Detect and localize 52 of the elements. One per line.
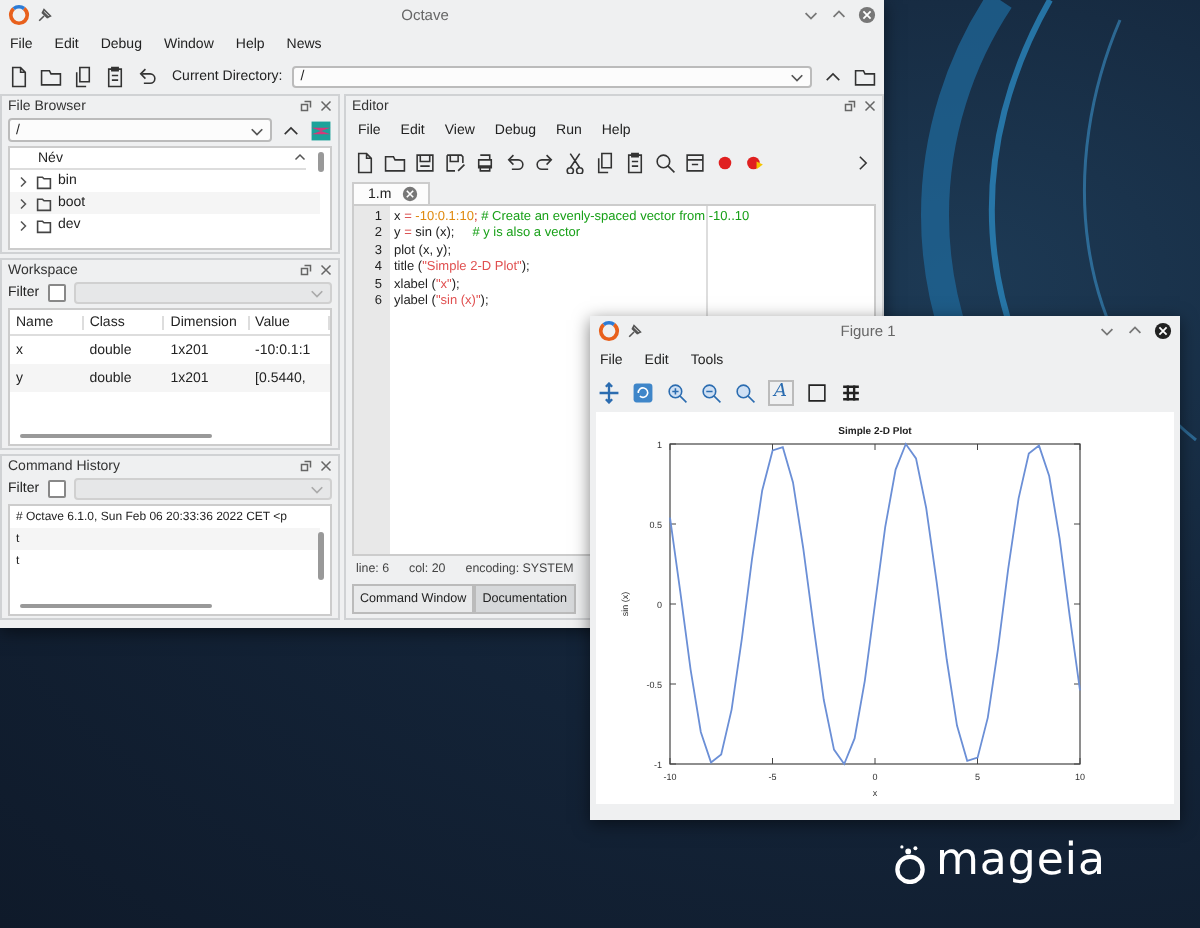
pin-icon[interactable]: [626, 323, 642, 339]
undo-icon[interactable]: [136, 65, 158, 87]
folder-icon[interactable]: [854, 65, 876, 87]
octave-logo-icon: [8, 4, 30, 26]
pin-icon[interactable]: [36, 7, 52, 23]
filter-field[interactable]: [73, 282, 332, 304]
rotate-icon[interactable]: [632, 382, 654, 404]
caret-icon: [250, 123, 264, 137]
caret-icon: [790, 69, 804, 83]
scrollbar[interactable]: [20, 604, 212, 608]
filter-field[interactable]: [73, 478, 332, 500]
scrollbar[interactable]: [318, 152, 324, 172]
search-icon[interactable]: [654, 151, 676, 173]
undo-icon[interactable]: [504, 151, 526, 173]
mageia-logo-icon: [892, 844, 928, 884]
grid-icon[interactable]: [839, 382, 861, 404]
save-icon[interactable]: [414, 151, 436, 173]
paste-icon[interactable]: [624, 151, 646, 173]
undock-icon[interactable]: [300, 100, 312, 112]
filter-checkbox[interactable]: [47, 480, 66, 498]
cut-icon[interactable]: [564, 151, 586, 173]
octave-logo-icon: [598, 320, 620, 342]
close-icon[interactable]: [1154, 322, 1172, 340]
new-file-icon[interactable]: [8, 65, 30, 87]
app-menu-icon[interactable]: [310, 119, 332, 141]
zoom-in-icon[interactable]: [666, 382, 688, 404]
print-icon[interactable]: [474, 151, 496, 173]
logo-text: mageia: [936, 840, 1107, 884]
undock-icon[interactable]: [300, 264, 312, 276]
copy-icon[interactable]: [594, 151, 616, 173]
breakpoint-icon[interactable]: [744, 151, 766, 173]
scrollbar[interactable]: [318, 532, 324, 580]
redo-icon[interactable]: [534, 151, 556, 173]
filter-checkbox[interactable]: [47, 284, 66, 302]
save-as-icon[interactable]: [444, 151, 466, 173]
window-icon[interactable]: [684, 151, 706, 173]
pan-icon[interactable]: [598, 382, 620, 404]
caret-icon: [310, 482, 324, 496]
undock-icon[interactable]: [300, 460, 312, 472]
folder-icon[interactable]: [40, 65, 62, 87]
folder-icon[interactable]: [384, 151, 406, 173]
undock-icon[interactable]: [844, 100, 856, 112]
zoom-icon[interactable]: [734, 382, 756, 404]
scrollbar[interactable]: [20, 434, 212, 438]
axes-box-icon[interactable]: [805, 382, 827, 404]
text-tool-button[interactable]: A: [768, 380, 793, 406]
zoom-out-icon[interactable]: [700, 382, 722, 404]
paste-icon[interactable]: [104, 65, 126, 87]
new-file-icon[interactable]: [354, 151, 376, 173]
caret-icon: [310, 286, 324, 300]
breakpoint-icon[interactable]: [714, 151, 736, 173]
copy-icon[interactable]: [72, 65, 94, 87]
